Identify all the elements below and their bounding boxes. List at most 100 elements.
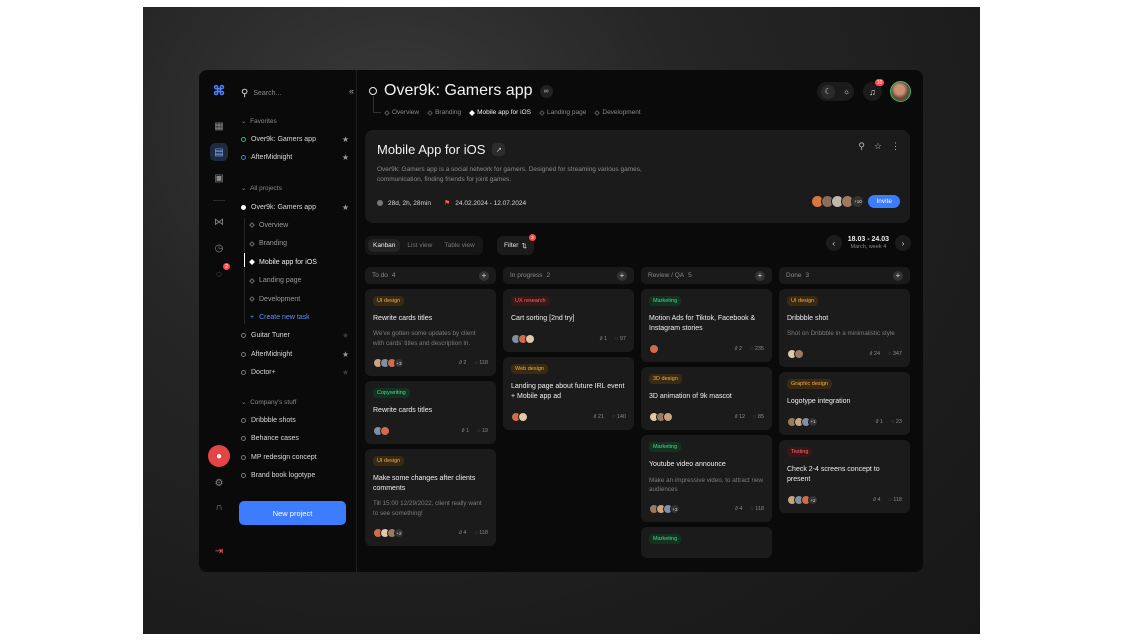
filter-icon: ⇅ xyxy=(521,242,527,250)
task-card[interactable]: UI design Dribbble shot Shot on Dribbble i… xyxy=(779,289,910,367)
search-icon[interactable]: ⚲ xyxy=(858,141,865,152)
star-icon[interactable]: ★ xyxy=(342,135,349,144)
task-card[interactable]: Testing Check 2-4 screens concept to pres… xyxy=(779,439,910,513)
task-card[interactable]: UI design Rewrite cards titles We've gotte… xyxy=(365,289,496,377)
sidebar-project-item[interactable]: Over9k: Gamers app ★ xyxy=(241,200,349,214)
comments-count: ◌ 347 xyxy=(888,351,902,357)
star-icon[interactable]: ★ xyxy=(342,203,349,212)
assignee-avatars[interactable]: +2 xyxy=(373,528,404,539)
project-hero-card: Mobile App for iOS ↗ Over9k: Gamers app … xyxy=(365,130,910,223)
star-icon[interactable]: ☆ xyxy=(874,141,882,152)
sidebar-project-item[interactable]: Doctor+ ★ xyxy=(241,365,349,379)
logo-icon[interactable]: ⌘ xyxy=(210,82,228,100)
sidebar-subitem[interactable]: Branding xyxy=(249,237,350,251)
diamond-icon xyxy=(249,259,255,265)
chat-icon[interactable]: ◌ 2 xyxy=(210,263,230,283)
filter-button[interactable]: Filter ⇅ 3 xyxy=(497,234,536,255)
add-card-button[interactable]: + xyxy=(479,270,489,281)
headset-icon[interactable]: ∩ xyxy=(210,498,228,516)
assignee-avatars[interactable] xyxy=(649,412,673,423)
create-new-task-link[interactable]: + Create new task xyxy=(250,310,350,324)
assignee-avatars[interactable] xyxy=(787,348,804,359)
task-card[interactable]: Marketing Motion Ads for Tiktok, Facebook… xyxy=(641,289,772,363)
sidebar-project-item[interactable]: Guitar Tuner ★ xyxy=(241,328,349,342)
avatar xyxy=(794,348,804,359)
assignee-avatars[interactable] xyxy=(511,334,535,345)
sidebar-project-item[interactable]: AfterMidnight ★ xyxy=(241,347,349,361)
tab-mobile-app-for-ios[interactable]: Mobile app for iOS xyxy=(469,109,531,116)
task-footer: +2 ∂ 4 ◌ 118 xyxy=(787,495,902,505)
tab-development[interactable]: Development xyxy=(594,109,641,116)
star-icon[interactable]: ★ xyxy=(342,368,349,377)
search-input[interactable]: ⚲ Search... xyxy=(241,86,351,100)
task-card[interactable]: Web design Landing page about future IRL … xyxy=(503,357,634,431)
grid-icon[interactable]: ▦ xyxy=(210,117,228,135)
project-title-row: Over9k: Gamers app ∞ xyxy=(369,82,553,100)
calendar-icon[interactable]: ▣ xyxy=(210,169,228,187)
sidebar: ⚲ Search... « ⌄ Favorites Over9k: Gamers… xyxy=(239,70,357,572)
star-icon[interactable]: ★ xyxy=(342,153,349,162)
sidebar-subitem[interactable]: Landing page xyxy=(249,274,350,288)
task-card[interactable]: 3D design 3D animation of 9k mascot ∂ 12 ◌ … xyxy=(641,367,772,431)
tab-landing-page[interactable]: Landing page xyxy=(539,109,586,116)
task-card[interactable]: Marketing Youtube video announce Make an i… xyxy=(641,435,772,523)
microphone-button[interactable]: ● xyxy=(208,445,230,467)
sidebar-company-item[interactable]: Behance cases xyxy=(241,432,349,446)
assignee-avatars[interactable]: +1 xyxy=(787,416,818,427)
company-stuff-header[interactable]: ⌄ Company's stuff xyxy=(241,398,296,406)
sidebar-company-item[interactable]: Dribbble shots xyxy=(241,413,349,427)
star-icon[interactable]: ★ xyxy=(342,331,349,340)
attachments-count: ∂ 1 xyxy=(876,419,883,425)
task-card[interactable]: Marketing xyxy=(641,527,772,559)
sidebar-company-item[interactable]: Brand book logotype xyxy=(241,469,349,483)
previous-week-button[interactable]: ‹ xyxy=(825,235,842,251)
theme-toggle[interactable]: ☾ ☼ xyxy=(817,82,854,101)
assignee-avatars[interactable]: +2 xyxy=(649,504,680,515)
add-card-button[interactable]: + xyxy=(617,270,627,281)
sidebar-subitem[interactable]: Development xyxy=(249,292,350,306)
invite-button[interactable]: Invite xyxy=(868,195,900,208)
collapse-sidebar-icon[interactable]: « xyxy=(349,86,354,96)
assignee-avatars[interactable] xyxy=(373,426,390,437)
add-card-button[interactable]: + xyxy=(755,270,765,281)
sidebar-favorite-item[interactable]: AfterMidnight ★ xyxy=(241,150,349,164)
view-tab-list-view[interactable]: List view xyxy=(402,239,437,252)
team-avatars[interactable]: +10 xyxy=(811,195,865,208)
new-project-button[interactable]: New project xyxy=(239,501,346,525)
external-link-icon[interactable]: ↗ xyxy=(492,143,506,156)
sidebar-subitem[interactable]: Overview xyxy=(249,218,350,232)
next-week-button[interactable]: › xyxy=(895,235,911,251)
all-projects-header[interactable]: ⌄ All projects xyxy=(241,184,282,192)
add-card-button[interactable]: + xyxy=(893,270,903,281)
clock-icon[interactable]: ◷ xyxy=(210,239,228,257)
task-title: Youtube video announce xyxy=(649,461,726,469)
more-icon[interactable]: ⋮ xyxy=(891,141,900,152)
task-card[interactable]: UI design Make some changes after clients… xyxy=(365,449,496,547)
share-icon[interactable]: ⋈ xyxy=(210,213,228,231)
view-tab-table-view[interactable]: Table view xyxy=(439,239,479,252)
hero-meta: 28d, 2h, 28min ⚑ 24.02.2024 - 12.07.2024 xyxy=(377,199,526,207)
link-icon[interactable]: ∞ xyxy=(539,84,553,98)
tab-overview[interactable]: Overview xyxy=(384,109,419,116)
task-card[interactable]: UX research Cart sorting [2nd try] ∂ 1 ◌ 97 xyxy=(503,289,634,353)
view-tab-kanban[interactable]: Kanban xyxy=(368,239,401,252)
assignee-avatars[interactable] xyxy=(649,344,659,355)
tab-branding[interactable]: Branding xyxy=(427,109,461,116)
sidebar-company-item[interactable]: MP redesign concept xyxy=(241,450,349,464)
sidebar-favorite-item[interactable]: Over9k: Gamers app ★ xyxy=(241,132,349,146)
star-icon[interactable]: ★ xyxy=(342,350,349,359)
favorites-header[interactable]: ⌄ Favorites xyxy=(241,117,277,125)
document-icon[interactable]: ▤ xyxy=(210,143,228,161)
assignee-avatars[interactable]: +2 xyxy=(787,495,818,505)
task-title: Landing page about future IRL event + Mo… xyxy=(511,383,625,401)
notifications-button[interactable]: ♫ 10 xyxy=(863,79,884,101)
sidebar-subitem[interactable]: Mobile app for iOS xyxy=(249,255,350,269)
project-dot-icon xyxy=(241,473,246,478)
task-card[interactable]: Copywriting Rewrite cards titles ∂ 1 ◌ 19 xyxy=(365,381,496,445)
settings-icon[interactable]: ⚙ xyxy=(210,474,228,492)
assignee-avatars[interactable]: +3 xyxy=(373,358,404,369)
logout-icon[interactable]: ⇥ xyxy=(210,542,228,560)
task-card[interactable]: Graphic design Logotype integration +1 ∂ 1 ◌… xyxy=(779,371,910,435)
assignee-avatars[interactable] xyxy=(511,412,528,423)
user-avatar[interactable] xyxy=(890,81,911,102)
